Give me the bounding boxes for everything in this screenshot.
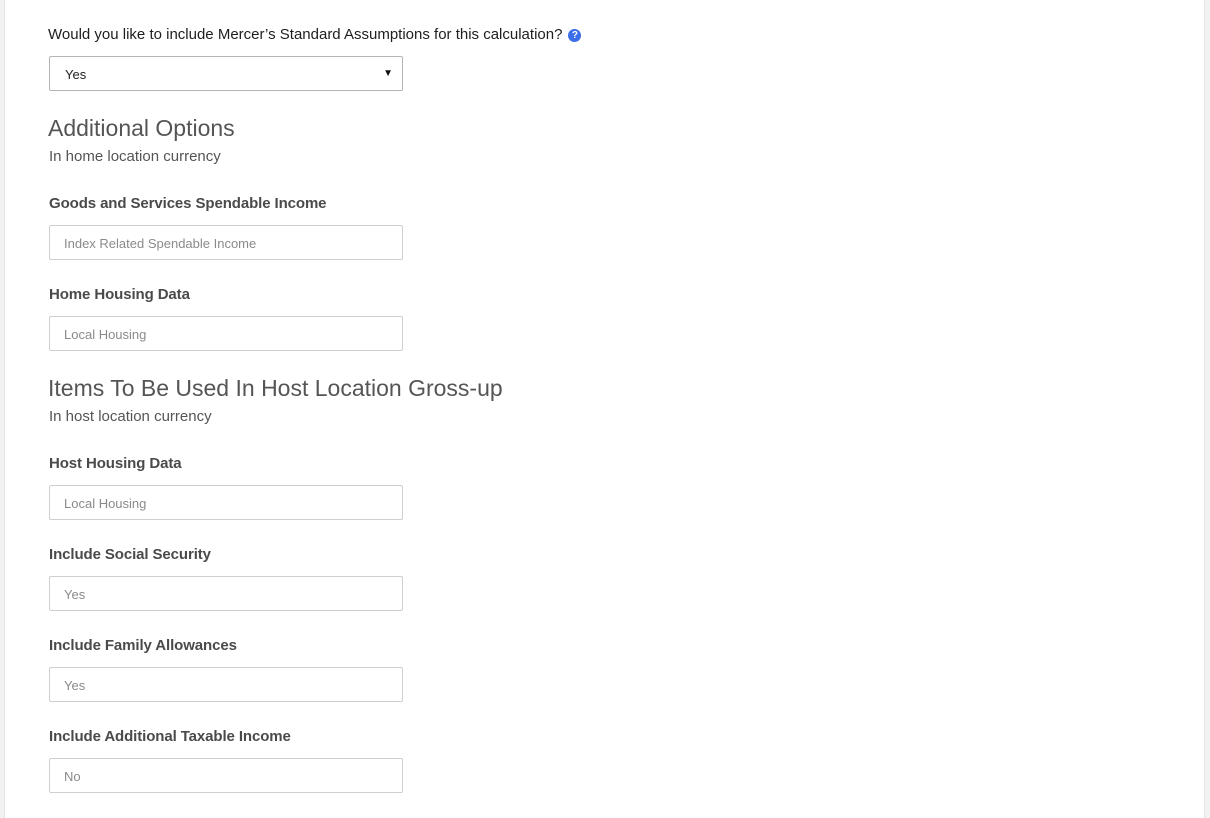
- host-grossup-subtitle: In host location currency: [49, 408, 212, 425]
- family-allowances-label: Include Family Allowances: [49, 637, 237, 654]
- assumptions-select-value: Yes: [65, 67, 87, 82]
- social-security-field[interactable]: Yes: [49, 576, 403, 611]
- additional-taxable-income-label: Include Additional Taxable Income: [49, 728, 291, 745]
- chevron-down-icon: ▼: [383, 68, 393, 79]
- additional-taxable-income-field[interactable]: No: [49, 758, 403, 793]
- home-housing-label: Home Housing Data: [49, 286, 190, 303]
- social-security-label: Include Social Security: [49, 546, 211, 563]
- assumptions-select[interactable]: Yes ▼: [49, 56, 403, 91]
- form-panel: Would you like to include Mercer’s Stand…: [4, 0, 1205, 818]
- home-housing-value: Local Housing: [64, 327, 147, 342]
- host-housing-value: Local Housing: [64, 496, 147, 511]
- host-housing-label: Host Housing Data: [49, 455, 182, 472]
- additional-options-subtitle: In home location currency: [49, 148, 221, 165]
- additional-options-title: Additional Options: [48, 115, 235, 141]
- additional-taxable-income-value: No: [64, 769, 81, 784]
- host-housing-field[interactable]: Local Housing: [49, 485, 403, 520]
- help-circle-icon[interactable]: ?: [568, 29, 582, 42]
- host-grossup-title: Items To Be Used In Host Location Gross-…: [48, 375, 503, 401]
- home-housing-field[interactable]: Local Housing: [49, 316, 403, 351]
- assumptions-question-text: Would you like to include Mercer’s Stand…: [48, 26, 563, 43]
- goods-services-label: Goods and Services Spendable Income: [49, 195, 327, 212]
- assumptions-question: Would you like to include Mercer’s Stand…: [48, 26, 582, 43]
- family-allowances-value: Yes: [64, 678, 86, 693]
- family-allowances-field[interactable]: Yes: [49, 667, 403, 702]
- goods-services-value: Index Related Spendable Income: [64, 236, 257, 251]
- goods-services-field[interactable]: Index Related Spendable Income: [49, 225, 403, 260]
- social-security-value: Yes: [64, 587, 86, 602]
